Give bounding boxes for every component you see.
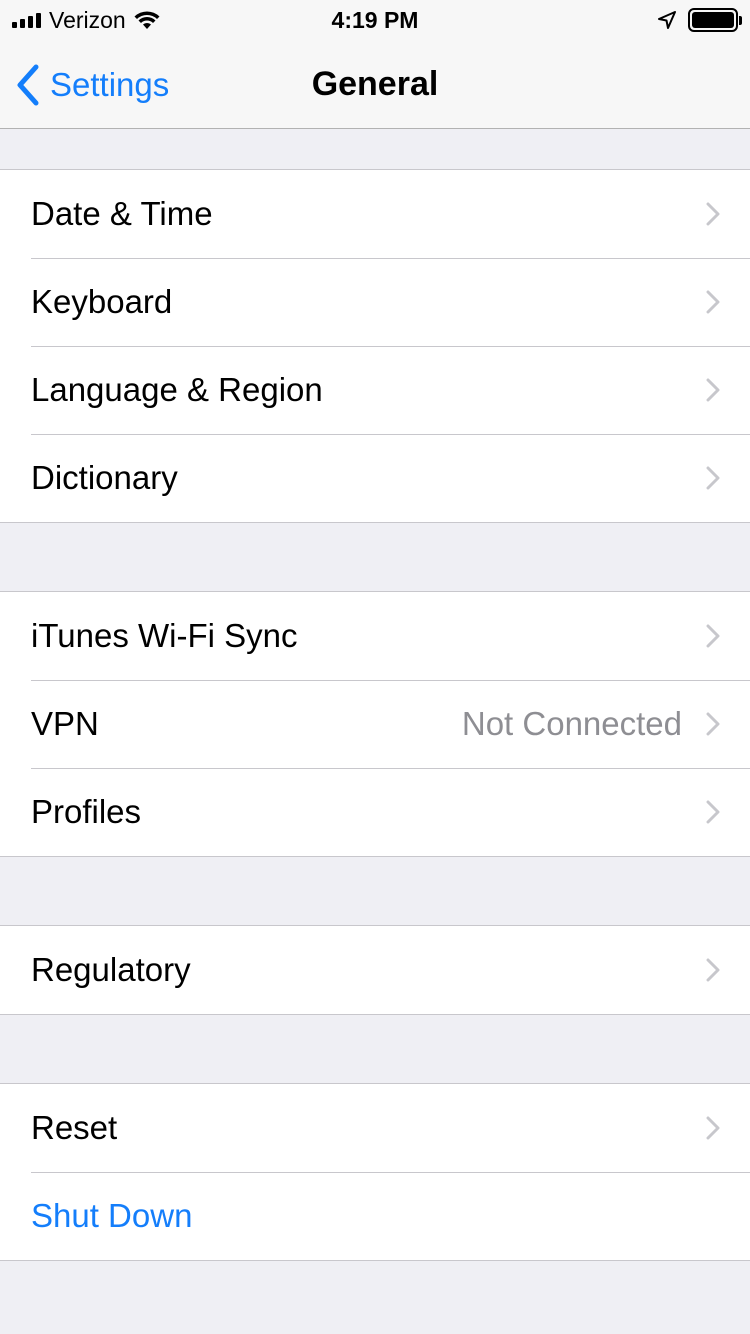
settings-group-2: iTunes Wi-Fi Sync VPN Not Connected Prof… xyxy=(0,591,750,857)
battery-icon xyxy=(688,8,742,32)
chevron-right-icon xyxy=(706,624,720,648)
chevron-right-icon xyxy=(706,378,720,402)
location-arrow-icon xyxy=(658,11,676,29)
chevron-right-icon xyxy=(706,466,720,490)
row-label: iTunes Wi-Fi Sync xyxy=(31,617,298,654)
shut-down-label: Shut Down xyxy=(31,1197,193,1234)
row-itunes-wifi-sync[interactable]: iTunes Wi-Fi Sync xyxy=(0,592,750,680)
row-reset[interactable]: Reset xyxy=(0,1084,750,1172)
chevron-right-icon xyxy=(706,290,720,314)
settings-group-3: Regulatory xyxy=(0,925,750,1015)
settings-group-4: Reset Shut Down xyxy=(0,1083,750,1261)
chevron-right-icon xyxy=(706,712,720,736)
status-time: 4:19 PM xyxy=(331,6,419,33)
signal-bars-icon xyxy=(12,12,41,28)
row-dictionary[interactable]: Dictionary xyxy=(0,434,750,522)
settings-group-1: Date & Time Keyboard Language & Region D… xyxy=(0,169,750,523)
status-bar-left: Verizon xyxy=(12,7,272,34)
page-title: General xyxy=(311,65,439,103)
row-date-time[interactable]: Date & Time xyxy=(0,170,750,258)
row-label: Regulatory xyxy=(31,951,191,988)
navigation-bar: Settings General xyxy=(0,40,750,129)
row-profiles[interactable]: Profiles xyxy=(0,768,750,856)
wifi-icon xyxy=(134,11,160,29)
row-label: Profiles xyxy=(31,793,142,830)
vpn-status: Not Connected xyxy=(461,705,682,742)
chevron-right-icon xyxy=(706,202,720,226)
row-label: Keyboard xyxy=(31,283,173,320)
chevron-right-icon xyxy=(706,800,720,824)
row-label: Language & Region xyxy=(31,371,323,408)
row-keyboard[interactable]: Keyboard xyxy=(0,258,750,346)
status-bar-right xyxy=(478,8,742,32)
row-language-region[interactable]: Language & Region xyxy=(0,346,750,434)
row-label: Date & Time xyxy=(31,195,213,232)
row-label: Reset xyxy=(31,1109,118,1146)
row-label: Dictionary xyxy=(31,459,178,496)
carrier-name: Verizon xyxy=(49,6,126,33)
row-vpn[interactable]: VPN Not Connected xyxy=(0,680,750,768)
status-bar: Verizon 4:19 PM xyxy=(0,0,750,40)
chevron-right-icon xyxy=(706,1116,720,1140)
row-label: VPN xyxy=(31,705,99,742)
shut-down-button[interactable]: Shut Down xyxy=(0,1172,750,1260)
row-regulatory[interactable]: Regulatory xyxy=(0,926,750,1014)
chevron-right-icon xyxy=(706,958,720,982)
